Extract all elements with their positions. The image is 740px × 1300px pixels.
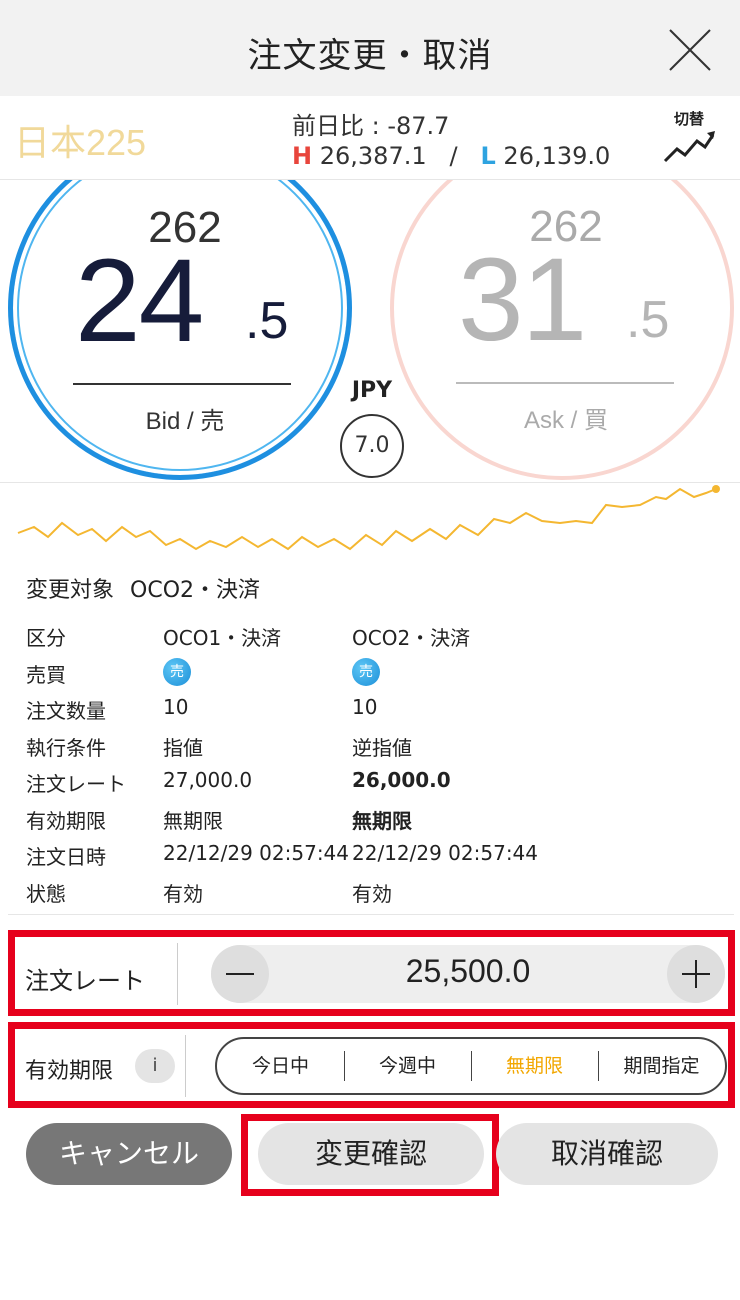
expiry-option-period[interactable]: 期間指定 bbox=[598, 1039, 725, 1093]
row-label: 注文日時 bbox=[26, 845, 106, 869]
bid-fraction: .5 bbox=[245, 292, 289, 350]
rate-panel: 262 24 .5 Bid / 売 262 31 .5 Ask / 買 JPY … bbox=[0, 180, 740, 482]
expiry-option-today[interactable]: 今日中 bbox=[217, 1039, 344, 1093]
expiry-segmented-control: 今日中 今週中 無期限 期間指定 bbox=[215, 1037, 727, 1095]
row-label: 注文レート bbox=[26, 772, 126, 796]
high-value: 26,387.1 bbox=[319, 142, 427, 170]
symbol-name: 日本225 bbox=[14, 122, 147, 163]
order-rate-stepper: 25,500.0 bbox=[211, 945, 725, 1003]
confirm-change-button[interactable]: 変更確認 bbox=[258, 1123, 484, 1185]
oco2-value: 無期限 bbox=[352, 808, 412, 833]
currency-label: JPY bbox=[351, 378, 393, 403]
expiry-option-week[interactable]: 今週中 bbox=[344, 1039, 471, 1093]
order-rate-section: 注文レート 25,500.0 bbox=[8, 930, 735, 1016]
ask-button[interactable]: 262 31 .5 Ask / 買 bbox=[390, 180, 734, 480]
row-label: 執行条件 bbox=[26, 735, 106, 760]
market-info: 日本225 前日比 : -87.7 H 26,387.1 / L 26,139.… bbox=[0, 96, 740, 180]
table-row: 注文数量 10 10 bbox=[26, 693, 726, 730]
trend-chart-icon bbox=[663, 131, 715, 163]
ask-fraction: .5 bbox=[626, 291, 670, 349]
bid-button[interactable]: 262 24 .5 Bid / 売 bbox=[8, 180, 352, 480]
oco1-value: 10 bbox=[163, 695, 189, 719]
switch-label: 切替 bbox=[673, 110, 704, 128]
expiry-label: 有効期限 bbox=[25, 1059, 114, 1084]
row-label: 売買 bbox=[26, 662, 66, 687]
high-marker: H bbox=[292, 142, 313, 170]
oco2-value: OCO2・決済 bbox=[352, 626, 471, 650]
oco1-value: 指値 bbox=[163, 735, 203, 760]
plus-icon[interactable] bbox=[667, 945, 725, 1003]
table-row: 執行条件 指値 逆指値 bbox=[26, 730, 726, 767]
row-label: 有効期限 bbox=[26, 808, 106, 833]
confirm-cancel-button[interactable]: 取消確認 bbox=[496, 1123, 718, 1185]
header: 注文変更・取消 bbox=[0, 0, 740, 96]
table-row: 売買 売 売 bbox=[26, 657, 726, 694]
row-label: 区分 bbox=[26, 626, 66, 650]
ask-divider bbox=[456, 382, 674, 384]
sell-icon: 売 bbox=[163, 657, 191, 686]
order-details: 区分 OCO1・決済 OCO2・決済 売買 売 売 注文数量 10 10 執行条… bbox=[26, 620, 726, 912]
oco2-value: 逆指値 bbox=[352, 735, 412, 760]
price-chart bbox=[0, 482, 740, 568]
low-marker: L bbox=[480, 142, 496, 170]
ask-main: 31 bbox=[458, 234, 587, 366]
bid-label: Bid / 売 bbox=[145, 408, 225, 435]
bid-main: 24 bbox=[75, 235, 204, 367]
oco1-value: 有効 bbox=[163, 881, 203, 906]
close-icon[interactable] bbox=[668, 28, 712, 72]
row-label: 状態 bbox=[26, 881, 66, 906]
page-title: 注文変更・取消 bbox=[247, 36, 493, 76]
oco2-value: 26,000.0 bbox=[352, 768, 451, 792]
oco1-value: 無期限 bbox=[163, 808, 223, 833]
oco1-value: 22/12/29 02:57:44 bbox=[163, 841, 350, 865]
bid-divider bbox=[73, 383, 291, 385]
change-target: 変更対象 OCO2・決済 bbox=[26, 572, 260, 604]
oco2-value: 22/12/29 02:57:44 bbox=[352, 841, 539, 865]
cancel-button[interactable]: キャンセル bbox=[26, 1123, 232, 1185]
low-value: 26,139.0 bbox=[503, 142, 611, 170]
target-value: OCO2・決済 bbox=[130, 578, 261, 603]
order-rate-input[interactable]: 25,500.0 bbox=[271, 953, 665, 990]
high-low: H 26,387.1 / L 26,139.0 bbox=[292, 142, 610, 170]
target-label: 変更対象 bbox=[26, 578, 115, 603]
oco1-value: 27,000.0 bbox=[163, 768, 253, 792]
row-label: 注文数量 bbox=[26, 699, 106, 723]
sell-icon: 売 bbox=[352, 657, 380, 686]
oco2-value: 有効 bbox=[352, 881, 392, 906]
oco2-value: 10 bbox=[352, 695, 378, 719]
oco1-value: OCO1・決済 bbox=[163, 626, 282, 650]
section-divider bbox=[8, 914, 734, 915]
table-row: 区分 OCO1・決済 OCO2・決済 bbox=[26, 620, 726, 657]
table-row: 注文日時 22/12/29 02:57:44 22/12/29 02:57:44 bbox=[26, 839, 726, 876]
info-icon[interactable]: i bbox=[135, 1049, 175, 1083]
expiry-section: 有効期限 i 今日中 今週中 無期限 期間指定 bbox=[8, 1022, 735, 1108]
prev-diff: 前日比 : -87.7 bbox=[292, 112, 450, 140]
ask-label: Ask / 買 bbox=[523, 407, 608, 434]
minus-icon[interactable] bbox=[211, 945, 269, 1003]
order-rate-label: 注文レート bbox=[25, 967, 145, 995]
expiry-separator bbox=[185, 1035, 186, 1097]
table-row: 状態 有効 有効 bbox=[26, 876, 726, 913]
order-rate-separator bbox=[177, 943, 178, 1005]
table-row: 有効期限 無期限 無期限 bbox=[26, 803, 726, 840]
hl-separator: / bbox=[449, 142, 458, 170]
expiry-option-unlimited[interactable]: 無期限 bbox=[471, 1039, 598, 1093]
table-row: 注文レート 27,000.0 26,000.0 bbox=[26, 766, 726, 803]
switch-button[interactable]: 切替 bbox=[660, 108, 718, 170]
spread-badge: 7.0 bbox=[340, 414, 404, 478]
